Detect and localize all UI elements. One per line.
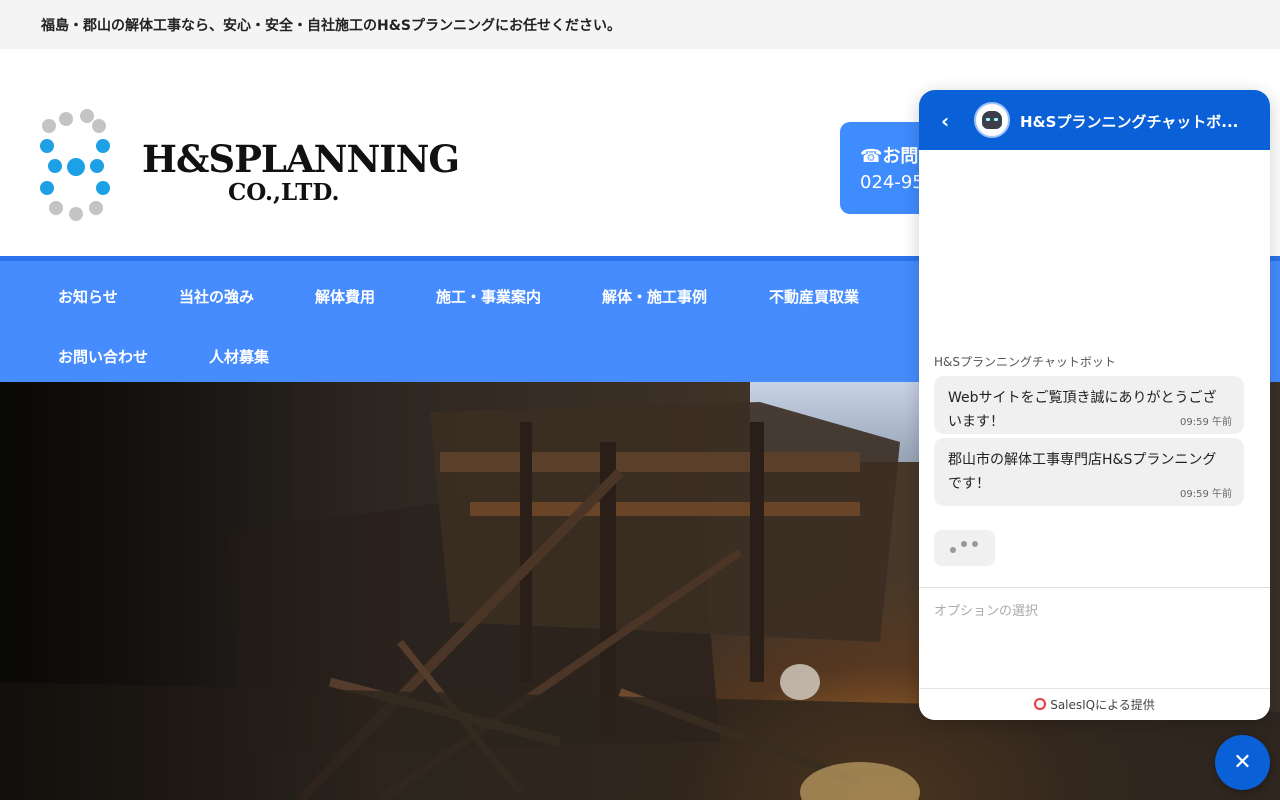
nav-item-real-estate[interactable]: 不動産買取業 xyxy=(769,286,859,307)
nav-item-strengths[interactable]: 当社の強み xyxy=(179,286,254,307)
chat-message: 郡山市の解体工事専門店H&Sプランニングです！ 09:59 午前 xyxy=(934,438,1244,506)
bot-name: H&Sプランニングチャットボット xyxy=(934,355,1116,369)
company-logo[interactable]: H&SPLANNING CO.,LTD. xyxy=(38,109,460,229)
chat-header: ‹ H&Sプランニングチャットボ... xyxy=(919,90,1270,150)
message-time: 09:59 午前 xyxy=(1180,417,1232,428)
message-text: 郡山市の解体工事専門店H&Sプランニングです！ xyxy=(948,452,1217,492)
chevron-left-icon[interactable]: ‹ xyxy=(941,109,949,133)
nav-item-news[interactable]: お知らせ xyxy=(58,286,118,307)
option-placeholder: オプションの選択 xyxy=(934,604,1039,619)
nav-item-contact[interactable]: お問い合わせ xyxy=(58,346,148,367)
nav-item-cost[interactable]: 解体費用 xyxy=(315,286,375,307)
close-icon[interactable]: ✕ xyxy=(1215,735,1270,790)
logo-subtitle: CO.,LTD. xyxy=(228,179,340,206)
message-time: 09:59 午前 xyxy=(1180,489,1232,500)
chat-footer[interactable]: SalesIQによる提供 xyxy=(919,688,1270,720)
bot-avatar xyxy=(974,102,1010,138)
logo-name: H&SPLANNING xyxy=(142,137,460,181)
typing-indicator xyxy=(934,530,995,566)
powered-by-text: SalesIQによる提供 xyxy=(1050,698,1155,712)
logo-mark-icon xyxy=(38,109,118,229)
chat-title: H&Sプランニングチャットボ... xyxy=(1020,113,1239,131)
chat-option-input[interactable]: オプションの選択 xyxy=(919,587,1270,688)
top-bar: 福島・郡山の解体工事なら、安心・安全・自社施工のH&Sプランニングにお任せくださ… xyxy=(0,0,1280,49)
chat-message: Webサイトをご覧頂き誠にありがとうございます！ 09:59 午前 xyxy=(934,376,1244,434)
salesiq-icon xyxy=(1034,697,1047,710)
chat-widget: ‹ H&Sプランニングチャットボ... H&Sプランニングチャットボット Web… xyxy=(919,90,1270,720)
nav-item-services[interactable]: 施工・事業案内 xyxy=(436,286,541,307)
nav-item-recruit[interactable]: 人材募集 xyxy=(209,346,269,367)
nav-item-cases[interactable]: 解体・施工事例 xyxy=(602,286,707,307)
tagline: 福島・郡山の解体工事なら、安心・安全・自社施工のH&Sプランニングにお任せくださ… xyxy=(41,18,622,34)
